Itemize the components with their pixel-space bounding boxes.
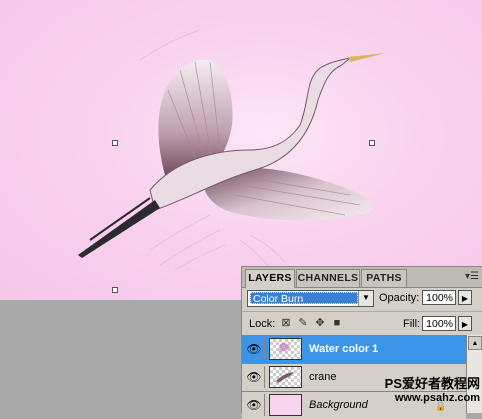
layers-scrollbar[interactable]: ▲ <box>466 335 482 413</box>
eye-icon[interactable]: 👁 <box>244 366 265 388</box>
opacity-label: Opacity: <box>379 292 420 304</box>
blend-row: Color Burn ▼ Opacity: 100% ▶ <box>242 288 482 308</box>
tab-layers[interactable]: LAYERS <box>245 269 295 288</box>
lock-transparent-pixels-icon[interactable]: ⊠ <box>280 317 292 329</box>
lock-label: Lock: <box>249 318 276 330</box>
transform-handle[interactable] <box>112 287 118 293</box>
panel-tabs: LAYERS CHANNELS PATHS ▾☰ <box>242 267 482 288</box>
chevron-down-icon[interactable]: ▼ <box>358 291 373 306</box>
layer-name: crane <box>309 371 337 383</box>
opacity-slider-arrow-icon[interactable]: ▶ <box>458 290 472 305</box>
layer-row-crane[interactable]: 👁 crane <box>242 363 466 391</box>
panel-menu-icon[interactable]: ▾☰ <box>465 271 479 282</box>
layers-panel: LAYERS CHANNELS PATHS ▾☰ Color Burn ▼ Op… <box>241 266 482 419</box>
layer-thumbnail <box>269 394 302 416</box>
layer-row-water-color-1[interactable]: 👁 Water color 1 <box>242 335 466 363</box>
layer-row-background[interactable]: 👁 Background 🔒 <box>242 391 466 419</box>
blend-mode-value: Color Burn <box>250 292 358 305</box>
lock-image-pixels-icon[interactable]: ✎ <box>297 317 309 329</box>
lock-icon: 🔒 <box>435 401 447 411</box>
tab-paths[interactable]: PATHS <box>361 269 407 287</box>
fill-input[interactable]: 100% <box>422 316 456 331</box>
lock-position-icon[interactable]: ✥ <box>314 317 326 329</box>
lock-row: Lock: ⊠ ✎ ✥ ■ Fill: 100% ▶ <box>242 311 482 332</box>
scroll-up-icon[interactable]: ▲ <box>468 336 482 350</box>
document-canvas[interactable] <box>0 0 482 300</box>
layer-name: Water color 1 <box>309 343 379 355</box>
fill-slider-arrow-icon[interactable]: ▶ <box>458 316 472 331</box>
layer-thumbnail <box>269 338 302 360</box>
layer-thumbnail <box>269 366 302 388</box>
fill-label: Fill: <box>403 318 421 330</box>
blend-mode-select[interactable]: Color Burn ▼ <box>247 290 374 307</box>
eye-icon[interactable]: 👁 <box>244 338 265 360</box>
layer-name: Background <box>309 399 368 411</box>
eye-icon[interactable]: 👁 <box>244 394 265 416</box>
tab-channels[interactable]: CHANNELS <box>296 269 360 287</box>
transform-handle[interactable] <box>369 140 375 146</box>
opacity-input[interactable]: 100% <box>422 290 456 305</box>
lock-all-icon[interactable]: ■ <box>331 317 343 329</box>
transform-handle[interactable] <box>112 140 118 146</box>
crane-artwork <box>78 29 386 271</box>
